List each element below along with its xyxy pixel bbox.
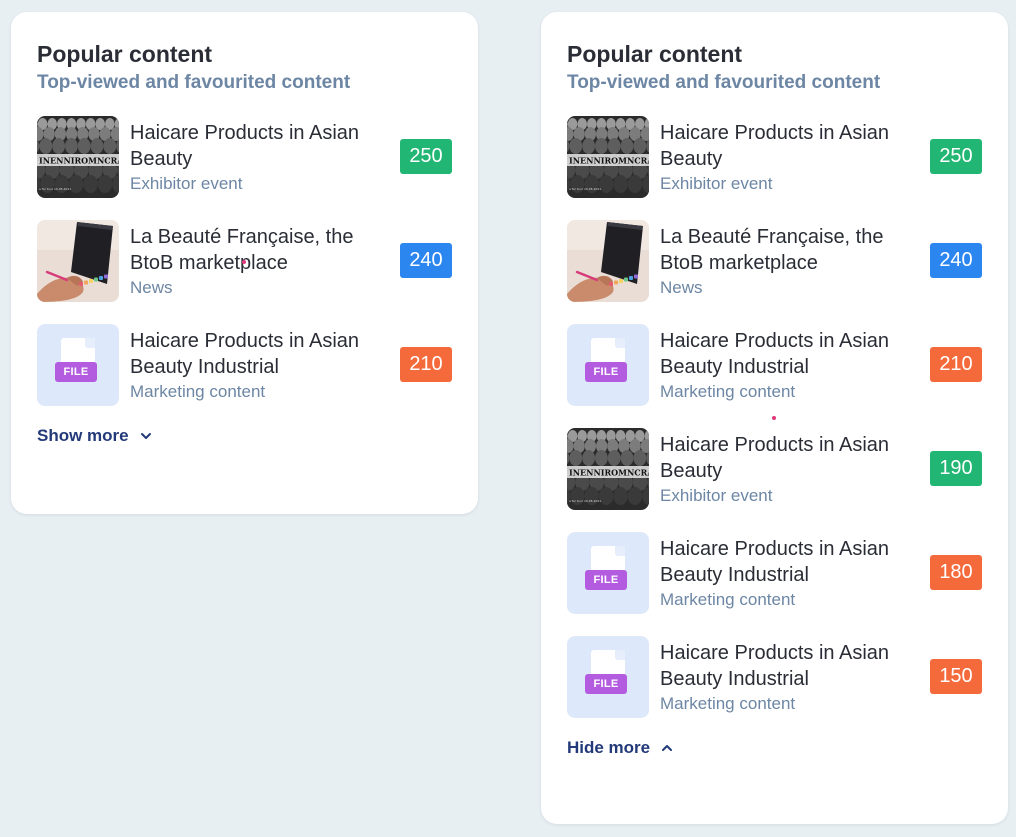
cursor-dot [242, 260, 246, 264]
view-count-badge: 240 [400, 243, 452, 278]
item-type: Exhibitor event [660, 174, 773, 193]
item-text: Haicare Products in Asian Beauty Industr… [119, 324, 400, 403]
crowd-image: INENNIROMNCRAI a for tour 10.05.2021 [37, 116, 119, 198]
item-title: Haicare Products in Asian Beauty Industr… [660, 642, 890, 690]
view-count-badge: 250 [400, 139, 452, 174]
content-list-item[interactable]: FILE Haicare Products in Asian Beauty Ind… [567, 636, 982, 718]
chevron-down-icon [139, 431, 153, 441]
item-title: La Beauté Française, the BtoB marketplac… [660, 226, 884, 274]
crowd-image: INENNIROMNCRAI a for tour 10.05.2021 [567, 428, 649, 510]
item-type: Marketing content [660, 382, 796, 401]
file-icon: FILE [567, 324, 649, 406]
svg-text:INENNIROMNCRAI: INENNIROMNCRAI [569, 468, 649, 478]
item-title: Haicare Products in Asian Beauty [130, 122, 360, 170]
view-count-badge: 210 [930, 347, 982, 382]
laptop-image [37, 220, 119, 302]
item-title: Haicare Products in Asian Beauty Industr… [660, 330, 890, 378]
content-list-item[interactable]: FILE Haicare Products in Asian Beauty Ind… [37, 324, 452, 406]
item-text: Haicare Products in Asian Beauty Exhibito… [119, 116, 400, 195]
card-title: Popular content [37, 41, 213, 67]
item-type: News [130, 278, 173, 297]
view-count-badge: 250 [930, 139, 982, 174]
item-text: La Beauté Française, the BtoB marketplac… [119, 220, 400, 299]
svg-text:INENNIROMNCRAI: INENNIROMNCRAI [39, 156, 119, 166]
item-text: La Beauté Française, the BtoB marketplac… [649, 220, 930, 299]
laptop-image [567, 220, 649, 302]
card-title: Popular content [567, 41, 743, 67]
card-subtitle: Top-viewed and favourited content [37, 72, 351, 93]
hide-more-label: Hide more [567, 738, 651, 757]
item-title: Haicare Products in Asian Beauty Industr… [130, 330, 360, 378]
content-list-item[interactable]: FILE Haicare Products in Asian Beauty Ind… [567, 324, 982, 406]
item-type: Exhibitor event [130, 174, 243, 193]
hide-more-button[interactable]: Hide more [567, 737, 674, 759]
item-type: Marketing content [660, 694, 796, 713]
view-count-badge: 180 [930, 555, 982, 590]
item-text: Haicare Products in Asian Beauty Industr… [649, 532, 930, 611]
item-type: Marketing content [660, 590, 796, 609]
chevron-up-icon [660, 743, 674, 753]
file-icon: FILE [37, 324, 119, 406]
svg-text:a for tour 10.05.2021: a for tour 10.05.2021 [569, 187, 601, 191]
file-icon: FILE [567, 532, 649, 614]
file-icon: FILE [567, 636, 649, 718]
file-badge: FILE [585, 674, 627, 694]
view-count-badge: 190 [930, 451, 982, 486]
crowd-image: INENNIROMNCRAI a for tour 10.05.2021 [567, 116, 649, 198]
item-text: Haicare Products in Asian Beauty Exhibito… [649, 116, 930, 195]
item-type: News [660, 278, 703, 297]
file-badge: FILE [55, 362, 97, 382]
view-count-badge: 210 [400, 347, 452, 382]
item-title: Haicare Products in Asian Beauty Industr… [660, 538, 890, 586]
content-list-item[interactable]: INENNIROMNCRAI a for tour 10.05.2021 Haica… [567, 116, 982, 198]
show-more-label: Show more [37, 426, 129, 445]
cursor-dot [772, 416, 776, 420]
content-list-item[interactable]: FILE Haicare Products in Asian Beauty Ind… [567, 532, 982, 614]
item-title: Haicare Products in Asian Beauty [660, 122, 890, 170]
file-badge: FILE [585, 362, 627, 382]
show-more-button[interactable]: Show more [37, 425, 153, 447]
item-text: Haicare Products in Asian Beauty Exhibito… [649, 428, 930, 507]
item-type: Exhibitor event [660, 486, 773, 505]
content-list-item[interactable]: INENNIROMNCRAI a for tour 10.05.2021 Haica… [37, 116, 452, 198]
content-list-item[interactable]: La Beauté Française, the BtoB marketplac… [567, 220, 982, 302]
svg-text:INENNIROMNCRAI: INENNIROMNCRAI [569, 156, 649, 166]
content-list-item[interactable]: INENNIROMNCRAI a for tour 10.05.2021 Haica… [567, 428, 982, 510]
view-count-badge: 150 [930, 659, 982, 694]
item-text: Haicare Products in Asian Beauty Industr… [649, 324, 930, 403]
item-title: Haicare Products in Asian Beauty [660, 434, 890, 482]
svg-text:a for tour 10.05.2021: a for tour 10.05.2021 [39, 187, 71, 191]
item-type: Marketing content [130, 382, 266, 401]
item-title: La Beauté Française, the BtoB marketplac… [130, 226, 354, 274]
card-subtitle: Top-viewed and favourited content [567, 72, 881, 93]
file-badge: FILE [585, 570, 627, 590]
item-text: Haicare Products in Asian Beauty Industr… [649, 636, 930, 715]
svg-text:a for tour 10.05.2021: a for tour 10.05.2021 [569, 499, 601, 503]
view-count-badge: 240 [930, 243, 982, 278]
